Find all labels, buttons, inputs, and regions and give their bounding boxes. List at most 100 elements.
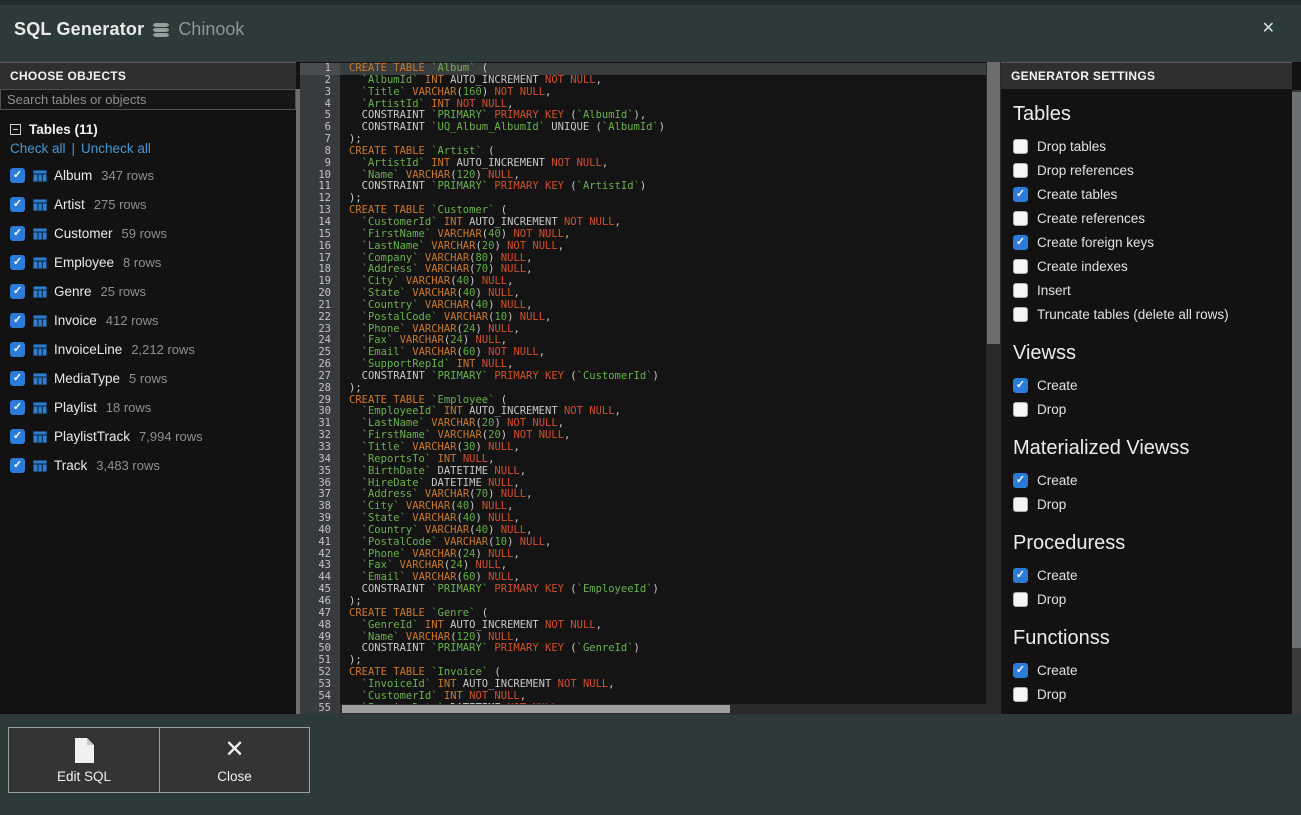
close-button[interactable]: ✕ Close (159, 728, 309, 792)
checkbox[interactable]: ✓ (1013, 568, 1028, 583)
table-row[interactable]: ✓ PlaylistTrack 7,994 rows (10, 422, 300, 451)
setting-option[interactable]: ✓ Create (1013, 373, 1301, 397)
table-row[interactable]: ✓ Artist 275 rows (10, 190, 300, 219)
checkbox[interactable]: ✓ (10, 429, 25, 444)
settings-scrollbar-thumb[interactable] (1292, 92, 1301, 648)
section-title: Viewss (1013, 342, 1301, 365)
checkbox[interactable]: ✓ (10, 197, 25, 212)
editor-vertical-scrollbar-thumb[interactable] (987, 62, 1000, 344)
table-row[interactable]: ✓ Album 347 rows (10, 161, 300, 190)
setting-option[interactable]: ✓ Create tables (1013, 182, 1301, 206)
search-input[interactable] (0, 89, 296, 110)
table-row[interactable]: ✓ Track 3,483 rows (10, 451, 300, 480)
checkbox[interactable] (1013, 497, 1028, 512)
editor-horizontal-scrollbar-thumb[interactable] (342, 705, 730, 713)
edit-sql-button[interactable]: Edit SQL (9, 728, 159, 792)
tables-group-row[interactable]: Tables (11) (10, 119, 300, 139)
line-number: 35 (300, 466, 340, 478)
checkbox[interactable]: ✓ (10, 458, 25, 473)
setting-label: Drop (1037, 497, 1066, 512)
file-icon (74, 736, 95, 764)
database-name: Chinook (178, 19, 244, 40)
checkbox[interactable]: ✓ (10, 371, 25, 386)
editor-horizontal-scrollbar[interactable] (340, 704, 986, 714)
setting-option[interactable]: Drop tables (1013, 134, 1301, 158)
checkbox[interactable] (1013, 163, 1028, 178)
table-icon (33, 373, 47, 385)
setting-option[interactable]: Drop (1013, 492, 1301, 516)
checkbox[interactable]: ✓ (10, 255, 25, 270)
code-line: 9 `ArtistId` INT AUTO_INCREMENT NOT NULL… (300, 158, 986, 170)
line-number: 1 (300, 63, 340, 75)
checkbox[interactable]: ✓ (10, 313, 25, 328)
checkbox[interactable]: ✓ (1013, 235, 1028, 250)
line-number: 47 (300, 608, 340, 620)
checkbox[interactable]: ✓ (10, 342, 25, 357)
code-line: 45 CONSTRAINT `PRIMARY` PRIMARY KEY (`Em… (300, 584, 986, 596)
checkbox[interactable] (1013, 259, 1028, 274)
table-list: ✓ Album 347 rows✓ Artist 275 rows✓ Custo… (10, 161, 300, 480)
setting-option[interactable]: Drop (1013, 587, 1301, 611)
table-row[interactable]: ✓ MediaType 5 rows (10, 364, 300, 393)
table-name: Album (54, 168, 92, 183)
setting-label: Create (1037, 568, 1078, 583)
objects-tree: Tables (11) Check all | Uncheck all ✓ Al… (0, 110, 300, 480)
setting-label: Create references (1037, 211, 1145, 226)
setting-option[interactable]: ✓ Create (1013, 468, 1301, 492)
setting-option[interactable]: Drop (1013, 397, 1301, 421)
sql-editor[interactable]: 1 CREATE TABLE `Album` ( 2 `AlbumId` INT… (300, 62, 1001, 714)
section-title: Proceduress (1013, 532, 1301, 555)
checkbox[interactable] (1013, 307, 1028, 322)
checkbox[interactable] (1013, 211, 1028, 226)
code-line: 50 CONSTRAINT `PRIMARY` PRIMARY KEY (`Ge… (300, 643, 986, 655)
line-number: 55 (300, 703, 340, 714)
table-icon (33, 460, 47, 472)
table-row-count: 275 rows (94, 197, 147, 212)
uncheck-all-link[interactable]: Uncheck all (81, 141, 151, 161)
checkbox[interactable]: ✓ (10, 168, 25, 183)
setting-option[interactable]: ✓ Create (1013, 563, 1301, 587)
line-number: 15 (300, 229, 340, 241)
table-row[interactable]: ✓ Playlist 18 rows (10, 393, 300, 422)
tables-group-label: Tables (11) (29, 122, 98, 137)
checkbox[interactable] (1013, 592, 1028, 607)
file-icon (74, 737, 95, 764)
settings-section: Materialized Viewss✓ Create Drop (1013, 437, 1301, 516)
checkbox[interactable] (1013, 687, 1028, 702)
line-number: 7 (300, 134, 340, 146)
table-row-count: 25 rows (101, 284, 147, 299)
setting-option[interactable]: Drop (1013, 682, 1301, 706)
setting-option[interactable]: Create indexes (1013, 254, 1301, 278)
table-row[interactable]: ✓ InvoiceLine 2,212 rows (10, 335, 300, 364)
checkbox[interactable] (1013, 402, 1028, 417)
setting-option[interactable]: ✓ Create foreign keys (1013, 230, 1301, 254)
checkbox[interactable]: ✓ (10, 226, 25, 241)
setting-option[interactable]: ✓ Create (1013, 658, 1301, 682)
checkbox[interactable]: ✓ (1013, 378, 1028, 393)
settings-scrollbar[interactable] (1292, 90, 1301, 714)
checkbox[interactable]: ✓ (10, 400, 25, 415)
setting-option[interactable]: Drop references (1013, 158, 1301, 182)
collapse-icon[interactable] (10, 124, 21, 135)
setting-option[interactable]: Truncate tables (delete all rows) (1013, 302, 1301, 326)
setting-option[interactable]: Create references (1013, 206, 1301, 230)
setting-label: Drop (1037, 687, 1066, 702)
table-row[interactable]: ✓ Invoice 412 rows (10, 306, 300, 335)
checkbox[interactable]: ✓ (1013, 663, 1028, 678)
editor-vertical-scrollbar[interactable] (986, 62, 1001, 714)
setting-option[interactable]: Insert (1013, 278, 1301, 302)
database-icon (153, 23, 169, 37)
table-row[interactable]: ✓ Customer 59 rows (10, 219, 300, 248)
check-all-link[interactable]: Check all (10, 141, 66, 161)
table-row[interactable]: ✓ Employee 8 rows (10, 248, 300, 277)
checkbox[interactable]: ✓ (1013, 187, 1028, 202)
checkbox[interactable]: ✓ (10, 284, 25, 299)
line-number: 21 (300, 300, 340, 312)
line-number: 34 (300, 454, 340, 466)
table-row[interactable]: ✓ Genre 25 rows (10, 277, 300, 306)
checkbox[interactable]: ✓ (1013, 473, 1028, 488)
checkbox[interactable] (1013, 139, 1028, 154)
close-icon[interactable]: ✕ (1262, 21, 1275, 37)
checkbox[interactable] (1013, 283, 1028, 298)
setting-label: Truncate tables (delete all rows) (1037, 307, 1229, 322)
